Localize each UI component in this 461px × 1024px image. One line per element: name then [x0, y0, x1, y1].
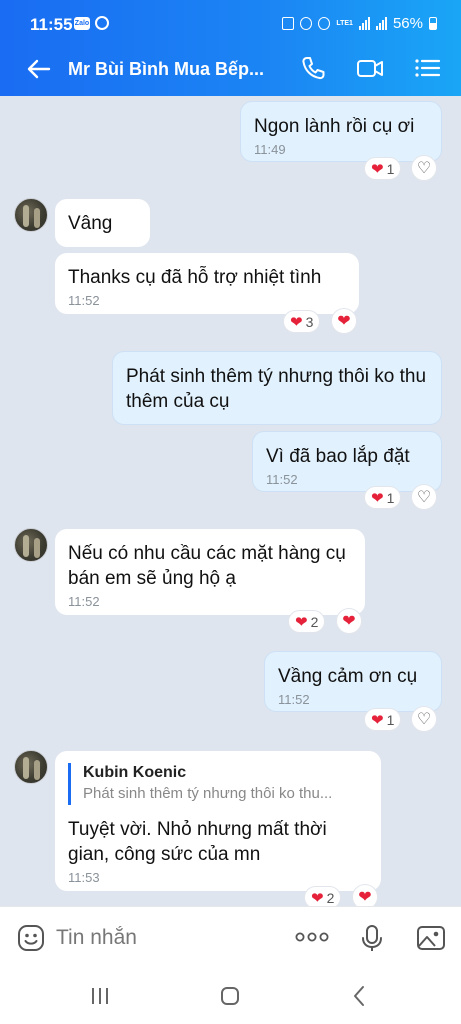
heart-icon: ❤: [295, 613, 308, 631]
reaction-count: 1: [386, 489, 395, 506]
heart-icon: ❤: [371, 711, 384, 729]
alarm-icon: [300, 17, 313, 30]
reaction-summary[interactable]: ❤ 3: [283, 310, 321, 333]
image-icon[interactable]: [416, 923, 446, 953]
message-text: Nếu có nhu cầu các mặt hàng cụ bán em sẽ…: [68, 543, 346, 589]
reaction-count: 2: [310, 613, 319, 630]
message-text: Ngon lành rồi cụ ơi: [254, 116, 415, 137]
battery-icon: [429, 17, 437, 30]
reaction-count: 2: [326, 889, 335, 906]
reaction-summary[interactable]: ❤ 1: [364, 157, 402, 180]
message-bubble-sent[interactable]: Phát sinh thêm tý nhưng thôi ko thu thêm…: [112, 351, 442, 425]
heart-icon: ❤: [290, 313, 303, 331]
message-time: 11:52: [278, 692, 310, 707]
heart-outline-icon[interactable]: ♡: [411, 155, 437, 181]
heart-outline-icon[interactable]: ♡: [411, 484, 437, 510]
back-nav-icon[interactable]: [348, 984, 372, 1008]
sim-icon: [282, 17, 295, 30]
message-input-bar: [0, 906, 461, 968]
app-notification-icon: [95, 16, 109, 30]
battery-percent: 56%: [392, 15, 423, 32]
avatar[interactable]: [14, 750, 48, 784]
reaction-summary[interactable]: ❤ 1: [364, 486, 402, 509]
heart-icon: ❤: [371, 489, 384, 507]
message-bubble-sent[interactable]: Vầng cảm ơn cụ 11:52: [264, 651, 442, 712]
video-call-icon[interactable]: [355, 53, 385, 83]
emoji-icon[interactable]: [16, 923, 46, 953]
avatar[interactable]: [14, 528, 48, 562]
status-icons: LTE1 56%: [282, 15, 437, 32]
message-bubble-sent[interactable]: Vì đã bao lắp đặt 11:52: [252, 431, 442, 492]
message-text: Thanks cụ đã hỗ trợ nhiệt tình: [68, 267, 322, 288]
reaction-summary[interactable]: ❤ 2: [304, 886, 342, 907]
chat-header: Mr Bùi Bình Mua Bếp...: [0, 46, 461, 94]
system-nav-bar: [0, 968, 461, 1024]
more-dots-icon[interactable]: [295, 927, 329, 947]
heart-icon: ❤: [311, 889, 324, 907]
message-bubble-received[interactable]: Kubin Koenic Phát sinh thêm tý nhưng thô…: [55, 751, 381, 891]
message-time: 11:49: [254, 142, 286, 157]
reaction-summary[interactable]: ❤ 2: [288, 610, 326, 633]
message-bubble-received[interactable]: Nếu có nhu cầu các mặt hàng cụ bán em sẽ…: [55, 529, 365, 615]
chat-area[interactable]: Ngon lành rồi cụ ơi 11:49 ❤ 1 ♡ Vâng Tha…: [0, 96, 461, 906]
zalo-notification-icon: Zalo: [74, 16, 90, 30]
message-text: Vâng: [68, 213, 113, 234]
status-bar: 11:55 Zalo LTE1 56%: [0, 0, 461, 46]
message-text: Vầng cảm ơn cụ: [278, 666, 418, 687]
recent-apps-icon[interactable]: [88, 984, 112, 1008]
reaction-count: 3: [305, 313, 314, 330]
message-text: Tuyệt vời. Nhỏ nhưng mất thời gian, công…: [68, 819, 327, 865]
home-icon[interactable]: [218, 984, 242, 1008]
signal-2-icon: [375, 17, 387, 30]
message-text: Vì đã bao lắp đặt: [266, 446, 410, 467]
list-menu-icon[interactable]: [412, 53, 442, 83]
heart-reaction-button[interactable]: ❤: [352, 884, 378, 906]
top-bar: 11:55 Zalo LTE1 56% Mr Bùi Bình Mua Bếp.…: [0, 0, 461, 96]
message-time: 11:52: [266, 472, 298, 487]
reaction-count: 1: [386, 711, 395, 728]
mic-icon[interactable]: [357, 923, 387, 953]
quoted-message[interactable]: Kubin Koenic Phát sinh thêm tý nhưng thô…: [68, 763, 367, 805]
phone-icon[interactable]: [298, 53, 328, 83]
message-time: 11:53: [68, 870, 100, 885]
heart-outline-icon[interactable]: ♡: [411, 706, 437, 732]
contact-name[interactable]: Mr Bùi Bình Mua Bếp...: [68, 59, 268, 80]
reaction-summary[interactable]: ❤ 1: [364, 708, 402, 731]
quote-text: Phát sinh thêm tý nhưng thôi ko thu...: [83, 785, 333, 802]
quote-author: Kubin Koenic: [83, 764, 187, 781]
volte-icon: LTE1: [336, 20, 353, 27]
message-time: 11:52: [68, 293, 100, 308]
message-input[interactable]: [56, 923, 276, 953]
heart-icon: ❤: [371, 160, 384, 178]
heart-reaction-button[interactable]: ❤: [336, 608, 362, 634]
heart-reaction-button[interactable]: ❤: [331, 308, 357, 334]
message-bubble-received[interactable]: Thanks cụ đã hỗ trợ nhiệt tình 11:52: [55, 253, 359, 314]
reaction-count: 1: [386, 160, 395, 177]
signal-icon: [358, 17, 370, 30]
message-time: 11:52: [68, 594, 100, 609]
mute-icon: [318, 17, 331, 30]
message-bubble-received[interactable]: Vâng: [55, 199, 150, 247]
back-arrow-icon[interactable]: [24, 54, 54, 84]
message-text: Phát sinh thêm tý nhưng thôi ko thu thêm…: [126, 366, 427, 412]
status-time: 11:55: [30, 15, 73, 34]
message-bubble-sent[interactable]: Ngon lành rồi cụ ơi 11:49: [240, 101, 442, 162]
avatar[interactable]: [14, 198, 48, 232]
